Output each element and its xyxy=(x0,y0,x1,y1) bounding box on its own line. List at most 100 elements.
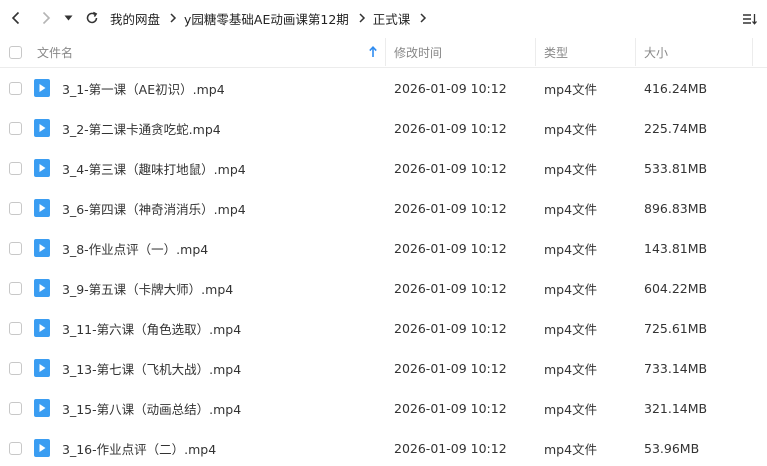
file-mtime: 2026-01-09 10:12 xyxy=(394,240,507,256)
column-header-type[interactable]: 类型 xyxy=(544,36,568,68)
row-checkbox[interactable] xyxy=(9,81,22,95)
file-name[interactable]: 3_1-第一课（AE初识）.mp4 xyxy=(62,68,225,108)
caret-down-icon xyxy=(64,15,72,21)
file-size: 604.22MB xyxy=(644,280,708,296)
sort-ascending-icon[interactable] xyxy=(369,45,377,59)
file-mtime: 2026-01-09 10:12 xyxy=(394,400,507,416)
file-mtime: 2026-01-09 10:12 xyxy=(394,440,507,456)
history-dropdown[interactable] xyxy=(60,6,76,30)
chevron-right-icon xyxy=(419,13,427,23)
file-name[interactable]: 3_11-第六课（角色选取）.mp4 xyxy=(62,308,241,348)
file-name[interactable]: 3_13-第七课（飞机大战）.mp4 xyxy=(62,348,241,388)
file-size: 143.81MB xyxy=(644,240,708,256)
file-name[interactable]: 3_9-第五课（卡牌大师）.mp4 xyxy=(62,268,233,308)
row-checkbox[interactable] xyxy=(9,321,22,335)
file-size: 725.61MB xyxy=(644,320,708,336)
file-mtime: 2026-01-09 10:12 xyxy=(394,280,507,296)
file-type: mp4文件 xyxy=(544,121,598,137)
toolbar: 我的网盘 y园糖零基础AE动画课第12期 正式课 xyxy=(0,0,767,36)
file-type: mp4文件 xyxy=(544,241,598,257)
file-name[interactable]: 3_8-作业点评（一）.mp4 xyxy=(62,228,208,268)
file-mtime: 2026-01-09 10:12 xyxy=(394,320,507,336)
file-mtime: 2026-01-09 10:12 xyxy=(394,80,507,96)
file-size: 53.96MB xyxy=(644,440,700,456)
file-type: mp4文件 xyxy=(544,201,598,217)
sort-menu-button[interactable] xyxy=(739,8,761,30)
row-checkbox[interactable] xyxy=(9,201,22,215)
video-file-icon xyxy=(34,279,50,297)
row-checkbox[interactable] xyxy=(9,361,22,375)
file-mtime: 2026-01-09 10:12 xyxy=(394,360,507,376)
file-type: mp4文件 xyxy=(544,321,598,337)
file-type: mp4文件 xyxy=(544,161,598,177)
chevron-right-icon xyxy=(42,11,51,25)
row-checkbox[interactable] xyxy=(9,281,22,295)
file-row[interactable]: 3_15-第八课（动画总结）.mp4 2026-01-09 10:12 mp4文… xyxy=(0,388,767,428)
file-row[interactable]: 3_4-第三课（趣味打地鼠）.mp4 2026-01-09 10:12 mp4文… xyxy=(0,148,767,188)
refresh-button[interactable] xyxy=(80,6,104,30)
row-checkbox[interactable] xyxy=(9,401,22,415)
select-all-checkbox-cell xyxy=(9,36,22,68)
video-file-icon xyxy=(34,79,50,97)
column-divider[interactable] xyxy=(535,38,536,66)
video-file-icon xyxy=(34,319,50,337)
file-name[interactable]: 3_6-第四课（神奇消消乐）.mp4 xyxy=(62,188,246,228)
video-file-icon xyxy=(34,239,50,257)
column-header-mtime[interactable]: 修改时间 xyxy=(394,36,442,68)
file-name[interactable]: 3_16-作业点评（二）.mp4 xyxy=(62,428,216,466)
breadcrumb-item[interactable]: y园糖零基础AE动画课第12期 xyxy=(184,9,349,28)
file-type: mp4文件 xyxy=(544,281,598,297)
chevron-left-icon xyxy=(11,11,20,25)
column-divider[interactable] xyxy=(385,38,386,66)
video-file-icon xyxy=(34,199,50,217)
file-type: mp4文件 xyxy=(544,441,598,457)
file-row[interactable]: 3_1-第一课（AE初识）.mp4 2026-01-09 10:12 mp4文件… xyxy=(0,68,767,108)
file-type: mp4文件 xyxy=(544,361,598,377)
video-file-icon xyxy=(34,159,50,177)
file-type: mp4文件 xyxy=(544,401,598,417)
breadcrumb-item[interactable]: 我的网盘 xyxy=(110,9,160,28)
breadcrumb-item[interactable]: 正式课 xyxy=(373,9,411,28)
row-checkbox[interactable] xyxy=(9,241,22,255)
file-name[interactable]: 3_2-第二课卡通贪吃蛇.mp4 xyxy=(62,108,221,148)
refresh-icon xyxy=(86,11,98,24)
file-row[interactable]: 3_6-第四课（神奇消消乐）.mp4 2026-01-09 10:12 mp4文… xyxy=(0,188,767,228)
file-size: 896.83MB xyxy=(644,200,708,216)
file-list: 3_1-第一课（AE初识）.mp4 2026-01-09 10:12 mp4文件… xyxy=(0,68,767,466)
select-all-checkbox[interactable] xyxy=(9,45,22,59)
video-file-icon xyxy=(34,399,50,417)
chevron-right-icon xyxy=(169,13,177,23)
file-row[interactable]: 3_9-第五课（卡牌大师）.mp4 2026-01-09 10:12 mp4文件… xyxy=(0,268,767,308)
file-row[interactable]: 3_2-第二课卡通贪吃蛇.mp4 2026-01-09 10:12 mp4文件 … xyxy=(0,108,767,148)
sort-list-icon xyxy=(743,14,757,25)
file-name[interactable]: 3_15-第八课（动画总结）.mp4 xyxy=(62,388,241,428)
file-size: 733.14MB xyxy=(644,360,708,376)
file-list-header: 文件名 修改时间 类型 大小 xyxy=(0,36,767,68)
file-mtime: 2026-01-09 10:12 xyxy=(394,200,507,216)
file-row[interactable]: 3_11-第六课（角色选取）.mp4 2026-01-09 10:12 mp4文… xyxy=(0,308,767,348)
column-divider[interactable] xyxy=(635,38,636,66)
breadcrumb: 我的网盘 y园糖零基础AE动画课第12期 正式课 xyxy=(110,0,434,36)
row-checkbox[interactable] xyxy=(9,121,22,135)
file-size: 321.14MB xyxy=(644,400,708,416)
forward-button[interactable] xyxy=(34,6,58,30)
file-name[interactable]: 3_4-第三课（趣味打地鼠）.mp4 xyxy=(62,148,246,188)
file-row[interactable]: 3_8-作业点评（一）.mp4 2026-01-09 10:12 mp4文件 1… xyxy=(0,228,767,268)
file-size: 533.81MB xyxy=(644,160,708,176)
row-checkbox[interactable] xyxy=(9,161,22,175)
file-type: mp4文件 xyxy=(544,81,598,97)
video-file-icon xyxy=(34,119,50,137)
chevron-right-icon xyxy=(358,13,366,23)
file-row[interactable]: 3_16-作业点评（二）.mp4 2026-01-09 10:12 mp4文件 … xyxy=(0,428,767,466)
file-mtime: 2026-01-09 10:12 xyxy=(394,120,507,136)
column-header-size[interactable]: 大小 xyxy=(644,36,668,68)
file-size: 225.74MB xyxy=(644,120,708,136)
file-row[interactable]: 3_13-第七课（飞机大战）.mp4 2026-01-09 10:12 mp4文… xyxy=(0,348,767,388)
column-divider[interactable] xyxy=(752,38,753,66)
back-button[interactable] xyxy=(4,6,28,30)
row-checkbox[interactable] xyxy=(9,441,22,455)
video-file-icon xyxy=(34,359,50,377)
file-size: 416.24MB xyxy=(644,80,708,96)
video-file-icon xyxy=(34,439,50,457)
column-header-name[interactable]: 文件名 xyxy=(37,36,73,68)
